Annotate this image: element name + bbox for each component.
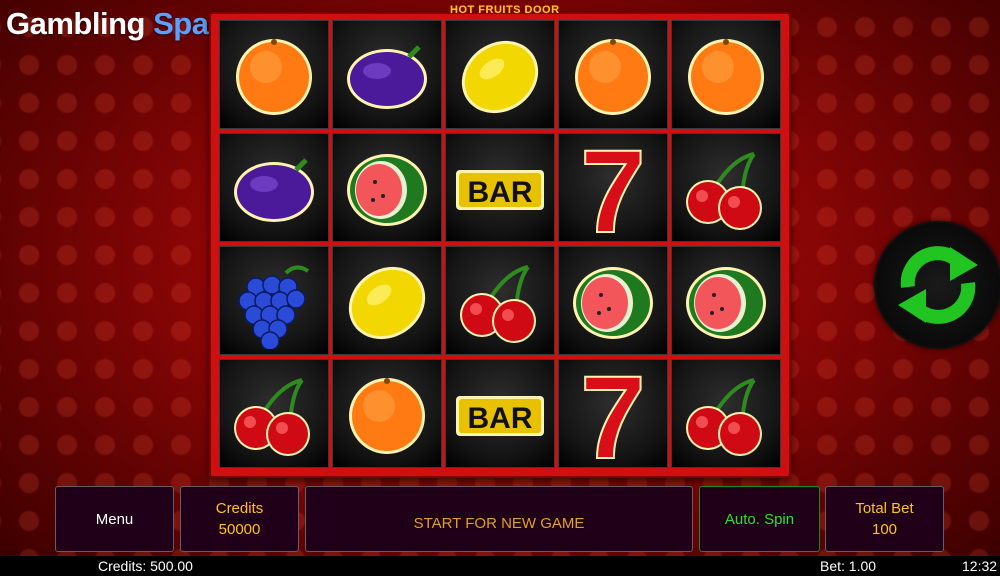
cherry-icon: [686, 377, 762, 456]
reel-cell: [219, 246, 329, 355]
lemon-icon: [348, 266, 426, 339]
reel-cell: 7: [558, 133, 668, 242]
svg-text:7: 7: [580, 366, 646, 462]
total-bet-button[interactable]: Total Bet 100: [825, 486, 944, 552]
credits-value: 50000: [218, 521, 261, 538]
status-credits: Credits: 500.00: [98, 558, 193, 574]
reel-cell: [219, 133, 329, 242]
brand-logo: Gambling Space: [6, 6, 242, 42]
brand-word-1: Gambling: [6, 6, 145, 41]
svg-text:7: 7: [580, 140, 646, 236]
reel-cell: [671, 133, 781, 242]
reel-cell: [332, 20, 442, 129]
message-panel: START FOR NEW GAME: [305, 486, 693, 552]
reel-cell: BAR: [445, 133, 555, 242]
status-bar: Credits: 500.00 Bet: 1.00 12:32: [0, 556, 1000, 576]
reel-cell: [332, 246, 442, 355]
bar-icon: BAR: [456, 169, 544, 210]
status-bet: Bet: 1.00: [820, 558, 877, 574]
credits-panel[interactable]: Credits 50000: [180, 486, 299, 552]
credits-label: Credits: [215, 500, 264, 517]
autospin-button[interactable]: Auto. Spin: [699, 486, 820, 552]
spin-button[interactable]: [874, 221, 1000, 349]
lemon-icon: [461, 40, 539, 113]
watermelon-icon: [347, 153, 427, 226]
cherry-icon: [234, 377, 310, 456]
reel-cell: [671, 246, 781, 355]
refresh-arrows-icon: [898, 246, 978, 324]
watermelon-icon: [686, 266, 766, 339]
bar-icon: BAR: [456, 395, 544, 436]
orange-icon: [349, 377, 425, 454]
svg-text:BAR: BAR: [468, 176, 533, 209]
svg-text:BAR: BAR: [468, 402, 533, 435]
seven-icon: 7: [579, 140, 647, 236]
reel-cell: BAR: [445, 359, 555, 468]
reel-cell: [445, 246, 555, 355]
seven-icon: 7: [579, 366, 647, 462]
reel-cell: [219, 20, 329, 129]
menu-button[interactable]: Menu: [55, 486, 174, 552]
reel-cell: [219, 359, 329, 468]
game-title-logo: HOT FRUITS DOOR: [450, 4, 560, 16]
reel-cell: [671, 20, 781, 129]
reel-cell: [445, 20, 555, 129]
reel-grid: BAR 7 BAR 7: [219, 20, 782, 469]
cherry-icon: [686, 151, 762, 230]
orange-icon: [575, 38, 651, 115]
reel-cell: [671, 359, 781, 468]
status-time: 12:32: [962, 558, 998, 574]
plum-icon: [234, 157, 314, 222]
total-bet-label: Total Bet: [855, 500, 914, 517]
cherry-icon: [460, 264, 536, 343]
reel-cell: 7: [558, 359, 668, 468]
reel-cell: [332, 133, 442, 242]
game-message: START FOR NEW GAME: [413, 514, 585, 532]
orange-icon: [236, 38, 312, 115]
reel-cell: [558, 20, 668, 129]
autospin-label: Auto. Spin: [724, 510, 795, 528]
watermelon-icon: [573, 266, 653, 339]
plum-icon: [347, 44, 427, 109]
orange-icon: [688, 38, 764, 115]
reel-cell: [558, 246, 668, 355]
grapes-icon: [238, 265, 310, 349]
reel-cell: [332, 359, 442, 468]
total-bet-value: 100: [871, 521, 898, 538]
menu-label: Menu: [95, 510, 134, 528]
